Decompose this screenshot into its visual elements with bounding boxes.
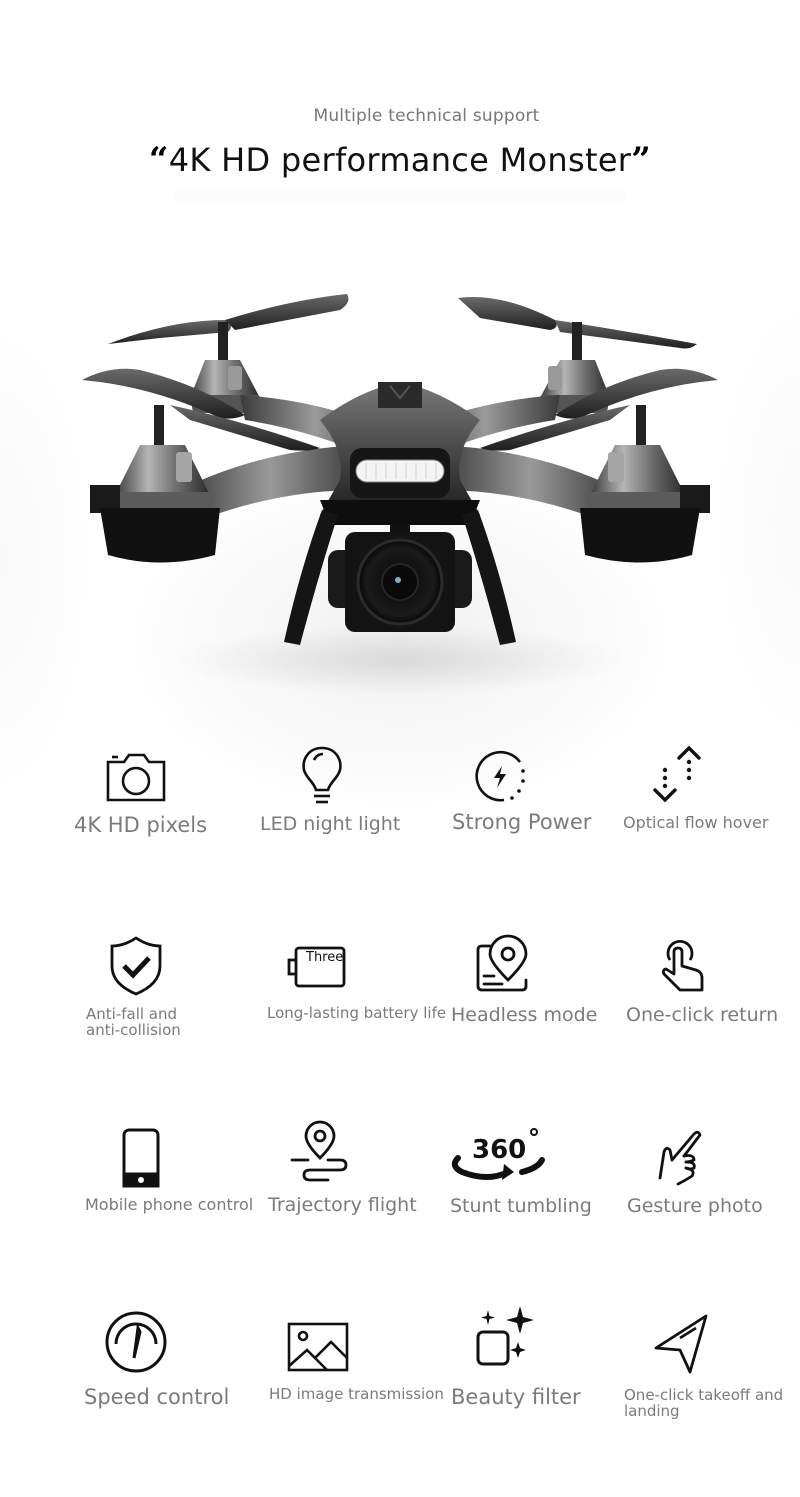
feature-label: Trajectory flight bbox=[268, 1194, 417, 1216]
sparkle-square-icon bbox=[472, 1306, 536, 1370]
feature-label: Long-lasting battery life bbox=[267, 1004, 447, 1022]
feature-label: One-click return bbox=[626, 1004, 779, 1026]
gesture-hand-icon bbox=[648, 1126, 712, 1190]
feature-label: Mobile phone control bbox=[85, 1195, 254, 1214]
battery-icon-text: Three bbox=[306, 950, 344, 965]
power-charge-icon bbox=[468, 744, 532, 808]
section-title: “4K HD performance Monster” bbox=[0, 140, 800, 180]
camera-icon bbox=[104, 748, 168, 812]
drone-top-vent bbox=[378, 382, 422, 408]
title-text: 4K HD performance Monster bbox=[168, 141, 632, 179]
rotate-360-icon: 360 bbox=[448, 1122, 548, 1186]
propeller-rear-right bbox=[458, 296, 697, 362]
send-arrow-icon bbox=[650, 1312, 714, 1376]
title-underglow bbox=[175, 188, 625, 216]
feature-label: One-click takeoff and landing bbox=[624, 1386, 784, 1420]
feature-label: Gesture photo bbox=[627, 1195, 763, 1217]
led-light-bar bbox=[355, 459, 445, 483]
motor-front-right bbox=[580, 445, 710, 563]
lightbulb-icon bbox=[290, 744, 354, 808]
feature-label: LED night light bbox=[260, 813, 401, 835]
feature-label: HD image transmission bbox=[269, 1385, 444, 1403]
feature-label: Speed control bbox=[84, 1385, 230, 1409]
feature-label: Anti-fall and anti-collision bbox=[86, 1005, 181, 1039]
product-image bbox=[82, 294, 718, 645]
rotate-360-text: 360 bbox=[472, 1135, 526, 1165]
section-subtitle: Multiple technical support bbox=[313, 106, 540, 126]
motor-front-left bbox=[90, 445, 220, 563]
shield-check-icon bbox=[104, 934, 168, 998]
smartphone-icon bbox=[108, 1126, 172, 1190]
close-quote: ” bbox=[631, 140, 652, 180]
battery-icon: Three bbox=[284, 936, 348, 1000]
feature-label: 4K HD pixels bbox=[74, 813, 208, 837]
feature-label: Optical flow hover bbox=[623, 813, 769, 832]
image-icon bbox=[285, 1316, 349, 1380]
propeller-rear-left bbox=[108, 294, 349, 362]
feature-label: Strong Power bbox=[452, 810, 592, 834]
feature-label: Headless mode bbox=[451, 1004, 598, 1026]
tap-finger-icon bbox=[650, 934, 714, 998]
feature-label: Beauty filter bbox=[451, 1385, 581, 1409]
gimbal-camera bbox=[328, 532, 472, 632]
feature-label: Stunt tumbling bbox=[450, 1195, 592, 1217]
route-pin-icon bbox=[288, 1118, 352, 1182]
location-card-icon bbox=[472, 934, 536, 998]
speedometer-icon bbox=[104, 1310, 168, 1374]
up-down-arrows-icon bbox=[645, 744, 709, 808]
open-quote: “ bbox=[148, 140, 169, 180]
